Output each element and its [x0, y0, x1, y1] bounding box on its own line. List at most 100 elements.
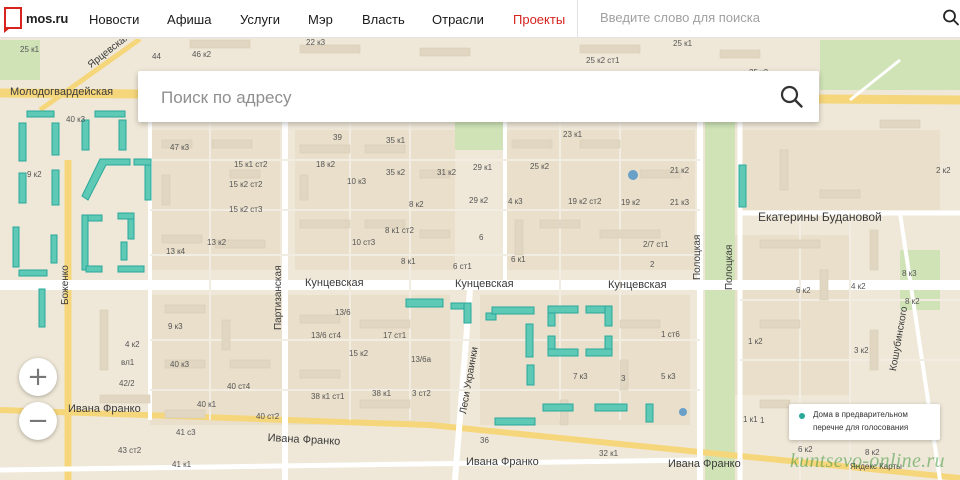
house-number-label: 13/6 [335, 308, 351, 317]
house-number-label: 13 к2 [207, 238, 227, 247]
address-search-box[interactable]: Поиск по адресу [138, 71, 819, 122]
house-number-label: 25 к2 [530, 162, 550, 171]
legend-line-1: Дома в предварительном [813, 410, 908, 419]
house-number-label: 35 к2 [386, 168, 406, 177]
nav-item-news[interactable]: Новости [89, 0, 139, 38]
house-number-label: 35 к1 [386, 136, 406, 145]
house-number-label: 3 [621, 374, 626, 383]
house-number-label: 9 к3 [168, 322, 183, 331]
house-number-label: 2 к2 [936, 166, 951, 175]
search-icon[interactable] [779, 84, 805, 110]
house-number-label: 29 к1 [473, 163, 493, 172]
house-number-label: 25 к2 ст1 [586, 56, 620, 65]
house-number-label: 36 [480, 436, 489, 445]
house-number-label: 18 к2 [316, 160, 336, 169]
street-label: Полоцкая [724, 244, 735, 290]
nav-item-services[interactable]: Услуги [240, 0, 280, 38]
house-number-label: 1 к1 [743, 415, 758, 424]
street-label: Ивана Франко [466, 456, 539, 468]
street-label: Молодогвардейская [10, 86, 114, 98]
search-icon[interactable] [942, 8, 960, 28]
house-number-label: 2/7 ст1 [643, 240, 669, 249]
house-number-label: 32 к1 [599, 449, 619, 458]
house-number-label: 6 [479, 233, 484, 242]
zoom-in-button[interactable]: + [19, 358, 57, 396]
street-label: Ивана Франко [68, 403, 141, 415]
house-number-label: 5 к3 [661, 372, 676, 381]
house-number-label: 8 к1 [401, 257, 416, 266]
house-number-label: 8 к2 [409, 200, 424, 209]
street-label: Кунцевская [608, 279, 667, 291]
house-number-label: 22 к3 [306, 39, 326, 47]
top-navigation-bar: mos.ru Новости Афиша Услуги Мэр Власть О… [0, 0, 960, 38]
house-number-label: 9 к2 [27, 170, 42, 179]
house-number-label: 8 к1 ст2 [385, 226, 414, 235]
house-number-label: 4 к3 [508, 197, 523, 206]
house-number-label: 29 к2 [469, 196, 489, 205]
house-number-label: 40 к3 [170, 360, 190, 369]
house-number-label: 47 к3 [170, 143, 190, 152]
house-number-label: 13/6 ст4 [311, 331, 341, 340]
logo-text: mos.ru [26, 10, 69, 26]
house-number-label: 8 к2 [905, 297, 920, 306]
nav-divider [577, 0, 578, 38]
house-number-label: 15 к2 [349, 349, 369, 358]
nav-item-mayor[interactable]: Мэр [308, 0, 333, 38]
house-number-label: 41 к1 [172, 460, 192, 469]
house-number-label: 42/2 [119, 379, 135, 388]
street-label: Кунцевская [455, 278, 514, 290]
house-number-label: 15 к2 ст2 [229, 180, 263, 189]
watermark: kuntsevo-online.ru [790, 450, 945, 472]
house-number-label: 8 к3 [902, 269, 917, 278]
house-number-label: вл1 [121, 358, 135, 367]
house-number-label: 25 к1 [20, 45, 40, 54]
nav-item-afisha[interactable]: Афиша [167, 0, 211, 38]
house-number-label: 3 к2 [854, 346, 869, 355]
house-number-label: 4 к2 [125, 340, 140, 349]
house-number-label: 1 к2 [748, 337, 763, 346]
house-number-label: 15 к2 ст3 [229, 205, 263, 214]
street-label: Ивана Франко [668, 458, 741, 470]
legend-dot-icon [799, 413, 805, 419]
logo-mark-icon [4, 7, 22, 33]
house-number-label: 1 ст6 [661, 330, 680, 339]
house-number-label: 21 к3 [670, 198, 690, 207]
house-number-label: 38 к1 ст1 [311, 392, 345, 401]
house-number-label: 41 с3 [176, 428, 196, 437]
address-search-input[interactable]: Поиск по адресу [161, 88, 292, 108]
house-number-label: 25 к1 [673, 39, 693, 48]
house-number-label: 40 ст4 [227, 382, 251, 391]
house-number-label: 15 к1 ст2 [234, 160, 268, 169]
house-number-label: 4 к2 [851, 282, 866, 291]
house-number-label: 39 [333, 133, 342, 142]
street-label: Боженко [60, 265, 71, 305]
house-number-label: 46 к2 [192, 50, 212, 59]
house-number-label: 31 к2 [437, 168, 457, 177]
house-number-label: 19 к2 [621, 198, 641, 207]
mos-ru-logo[interactable]: mos.ru [4, 5, 69, 33]
legend-line-2: перечне для голосования [813, 423, 909, 432]
house-number-label: 3 ст2 [412, 389, 431, 398]
house-number-label: 10 ст3 [352, 238, 376, 247]
street-label: Партизанская [273, 265, 284, 331]
house-number-label: 2 [650, 260, 655, 269]
house-number-label: 6 к2 [796, 286, 811, 295]
house-number-label: 7 к3 [573, 372, 588, 381]
street-label: Екатерины Будановой [758, 210, 882, 224]
zoom-out-button[interactable]: − [19, 402, 57, 440]
house-number-label: 40 к3 [66, 115, 86, 124]
house-number-label: 44 [152, 52, 161, 61]
site-search-input[interactable]: Введите слово для поиска [600, 10, 760, 25]
house-number-label: 40 к1 [197, 400, 217, 409]
house-number-label: 23 к1 [563, 130, 583, 139]
house-number-label: 6 ст1 [453, 262, 472, 271]
house-number-label: 1 [760, 416, 765, 425]
house-number-label: 13/6а [411, 355, 432, 364]
house-number-label: 17 ст1 [383, 331, 407, 340]
nav-item-projects[interactable]: Проекты [513, 0, 565, 38]
nav-item-authority[interactable]: Власть [362, 0, 405, 38]
house-number-label: 38 к1 [372, 389, 392, 398]
house-number-label: 21 к2 [670, 166, 690, 175]
nav-item-industries[interactable]: Отрасли [432, 0, 484, 38]
house-number-label: 6 к1 [511, 255, 526, 264]
